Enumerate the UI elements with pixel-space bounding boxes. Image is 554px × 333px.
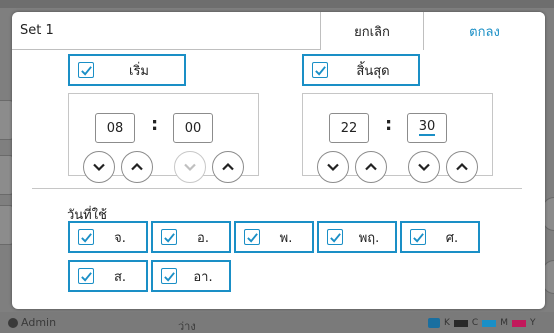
day-label: อา. (193, 269, 213, 285)
background-status-text: ว่าง (178, 320, 196, 333)
chevron-up-icon (131, 162, 143, 171)
check-icon (163, 232, 175, 243)
chevron-down-icon (327, 163, 339, 172)
chevron-down-icon (418, 163, 430, 172)
ink-label-k: K (444, 318, 450, 328)
day-label: พ. (279, 230, 293, 246)
end-label: สิ้นสุด (356, 63, 390, 79)
end-minute-up-button[interactable] (446, 151, 478, 183)
day-checkbox-fri[interactable]: ศ. (400, 221, 480, 253)
end-time-panel: 22 : 30 (302, 93, 493, 183)
end-hour-up-button[interactable] (355, 151, 387, 183)
checkbox (78, 62, 94, 78)
start-time-panel: 08 : 00 (68, 93, 259, 183)
ok-button[interactable]: ตกลง (423, 12, 545, 50)
ink-bar-k (453, 319, 468, 327)
cancel-button[interactable]: ยกเลิก (320, 12, 423, 50)
background-user-name: Admin (21, 316, 57, 329)
checkbox (327, 229, 343, 245)
checkbox (161, 268, 177, 284)
checkbox (312, 62, 328, 78)
chevron-down-icon (184, 163, 196, 172)
check-icon (412, 232, 424, 243)
start-minute-up-button[interactable] (212, 151, 244, 183)
dialog-header: Set 1 ยกเลิก ตกลง (12, 12, 545, 50)
end-minute-field[interactable]: 30 (407, 113, 447, 143)
check-icon (246, 232, 258, 243)
dialog-title: Set 1 (20, 23, 54, 38)
end-minute-value: 30 (418, 119, 436, 136)
background-top-bar (0, 0, 554, 8)
check-icon (80, 65, 92, 76)
day-checkbox-mon[interactable]: จ. (68, 221, 148, 253)
ink-icon (428, 318, 440, 328)
ink-label-c: C (471, 318, 479, 328)
start-minute-down-button[interactable] (174, 151, 206, 183)
check-icon (80, 271, 92, 282)
checkbox (161, 229, 177, 245)
person-icon (8, 317, 18, 328)
start-label: เริ่ม (129, 63, 149, 79)
chevron-down-icon (93, 163, 105, 172)
day-checkbox-sun[interactable]: อา. (151, 260, 231, 292)
day-checkbox-tue[interactable]: อ. (151, 221, 231, 253)
chevron-up-icon (222, 162, 234, 171)
checkbox (78, 268, 94, 284)
background-ink-levels: K C M Y (428, 318, 535, 328)
end-hour-field[interactable]: 22 (329, 113, 369, 143)
timer-settings-dialog: Set 1 ยกเลิก ตกลง เริ่ม 08 : 00 สิ้นสุด (12, 12, 545, 309)
day-label: ศ. (445, 230, 459, 246)
end-hour-down-button[interactable] (317, 151, 349, 183)
section-divider (32, 188, 522, 189)
start-hour-down-button[interactable] (83, 151, 115, 183)
time-separator: : (385, 114, 393, 135)
checkbox (410, 229, 426, 245)
start-minute-value: 00 (184, 120, 202, 136)
day-label: จ. (114, 230, 126, 246)
check-icon (314, 65, 326, 76)
end-minute-down-button[interactable] (408, 151, 440, 183)
ink-bar-c (482, 319, 497, 327)
day-checkbox-sat[interactable]: ส. (68, 260, 148, 292)
start-checkbox-button[interactable]: เริ่ม (68, 54, 186, 86)
start-hour-field[interactable]: 08 (95, 113, 135, 143)
end-checkbox-button[interactable]: สิ้นสุด (302, 54, 420, 86)
checkbox (78, 229, 94, 245)
day-label: พฤ. (358, 230, 380, 246)
day-label: ส. (113, 269, 127, 285)
ink-bar-m (511, 319, 526, 327)
ink-label-y: Y (529, 318, 536, 328)
background-user: Admin (8, 316, 56, 329)
start-hour-up-button[interactable] (121, 151, 153, 183)
chevron-up-icon (365, 162, 377, 171)
time-separator: : (151, 114, 159, 135)
check-icon (163, 271, 175, 282)
check-icon (329, 232, 341, 243)
day-label: อ. (197, 230, 209, 246)
checkbox (244, 229, 260, 245)
end-hour-value: 22 (340, 120, 358, 136)
day-checkbox-wed[interactable]: พ. (234, 221, 314, 253)
ink-label-m: M (500, 318, 508, 328)
check-icon (80, 232, 92, 243)
chevron-up-icon (456, 162, 468, 171)
start-minute-field[interactable]: 00 (173, 113, 213, 143)
start-hour-value: 08 (106, 120, 124, 136)
day-checkbox-thu[interactable]: พฤ. (317, 221, 397, 253)
